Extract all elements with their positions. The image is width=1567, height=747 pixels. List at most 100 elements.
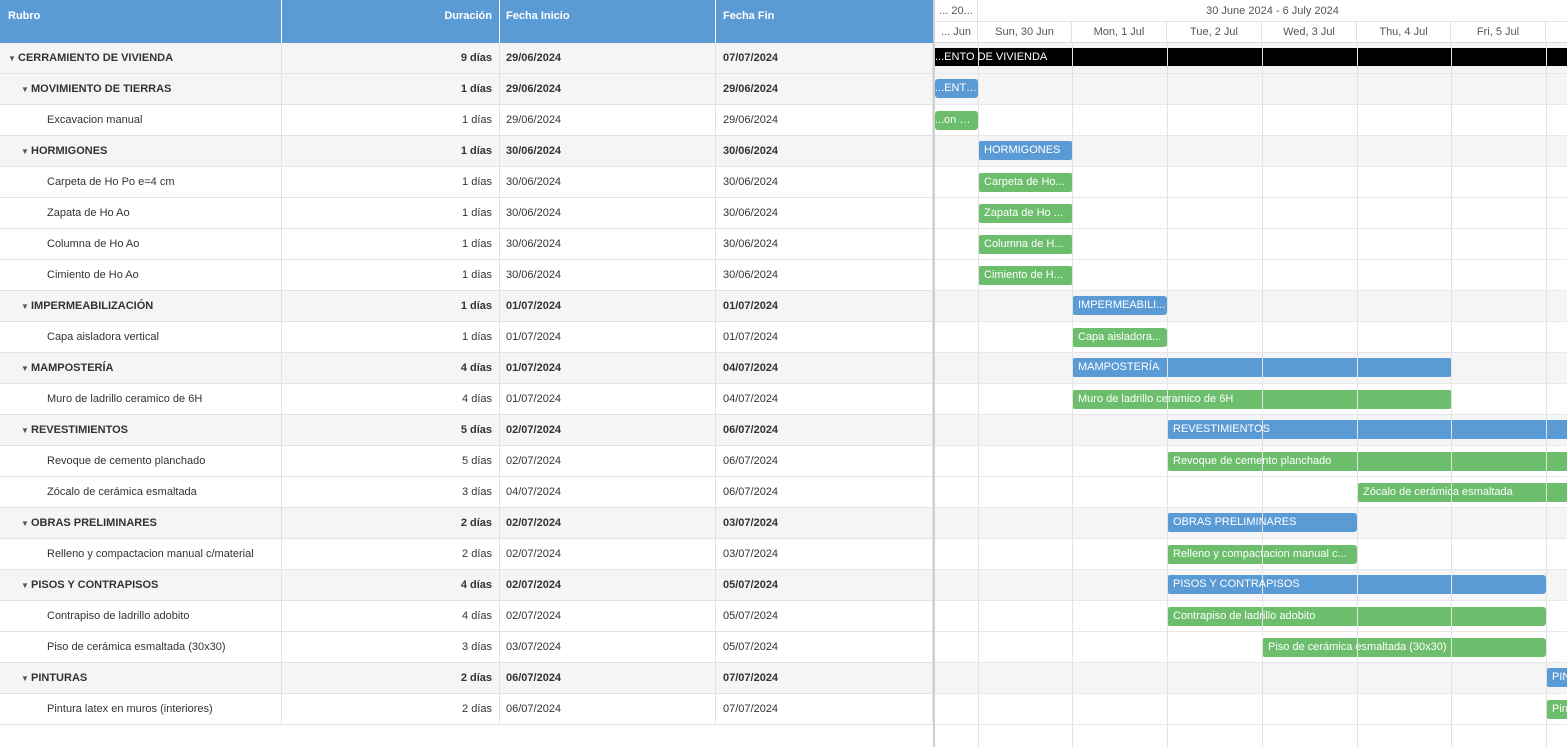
- collapse-caret-icon[interactable]: ▼: [21, 415, 31, 446]
- cell-start[interactable]: 30/06/2024: [500, 136, 716, 167]
- cell-start[interactable]: 01/07/2024: [500, 353, 716, 384]
- summary-bar[interactable]: PIN...: [1546, 668, 1567, 687]
- grid-row-task[interactable]: Columna de Ho Ao 1 días 30/06/2024 30/06/20…: [0, 229, 933, 260]
- cell-duration[interactable]: 3 días: [282, 632, 500, 663]
- task-bar[interactable]: Zapata de Ho ...: [978, 204, 1073, 223]
- cell-end[interactable]: 07/07/2024: [716, 43, 933, 74]
- cell-start[interactable]: 02/07/2024: [500, 601, 716, 632]
- cell-end[interactable]: 06/07/2024: [716, 477, 933, 508]
- cell-duration[interactable]: 4 días: [282, 570, 500, 601]
- cell-duration[interactable]: 1 días: [282, 105, 500, 136]
- cell-start[interactable]: 30/06/2024: [500, 167, 716, 198]
- cell-name[interactable]: Cimiento de Ho Ao: [0, 260, 282, 291]
- task-bar[interactable]: Zócalo de cerámica esmaltada: [1357, 483, 1567, 502]
- cell-name[interactable]: Revoque de cemento planchado: [0, 446, 282, 477]
- cell-duration[interactable]: 5 días: [282, 446, 500, 477]
- cell-start[interactable]: 29/06/2024: [500, 105, 716, 136]
- cell-name[interactable]: ▼ OBRAS PRELIMINARES: [0, 508, 282, 539]
- cell-name[interactable]: Muro de ladrillo ceramico de 6H: [0, 384, 282, 415]
- cell-start[interactable]: 06/07/2024: [500, 663, 716, 694]
- cell-duration[interactable]: 2 días: [282, 694, 500, 725]
- grid-row-task[interactable]: Contrapiso de ladrillo adobito 4 días 02/0…: [0, 601, 933, 632]
- cell-duration[interactable]: 1 días: [282, 291, 500, 322]
- grid-row-task[interactable]: Carpeta de Ho Po e=4 cm 1 días 30/06/2024 3…: [0, 167, 933, 198]
- cell-name[interactable]: Carpeta de Ho Po e=4 cm: [0, 167, 282, 198]
- cell-start[interactable]: 30/06/2024: [500, 260, 716, 291]
- collapse-caret-icon[interactable]: ▼: [21, 353, 31, 384]
- collapse-caret-icon[interactable]: ▼: [21, 663, 31, 694]
- cell-name[interactable]: Capa aisladora vertical: [0, 322, 282, 353]
- cell-name[interactable]: Piso de cerámica esmaltada (30x30): [0, 632, 282, 663]
- cell-end[interactable]: 06/07/2024: [716, 415, 933, 446]
- grid-row-summary[interactable]: ▼ OBRAS PRELIMINARES 2 días 02/07/2024 03/07…: [0, 508, 933, 539]
- cell-start[interactable]: 01/07/2024: [500, 291, 716, 322]
- cell-end[interactable]: 30/06/2024: [716, 198, 933, 229]
- collapse-caret-icon[interactable]: ▼: [21, 508, 31, 539]
- collapse-caret-icon[interactable]: ▼: [21, 136, 31, 167]
- cell-name[interactable]: Relleno y compactacion manual c/material: [0, 539, 282, 570]
- summary-bar[interactable]: ...ENTO ...: [935, 79, 978, 98]
- summary-bar[interactable]: REVESTIMIENTOS: [1167, 420, 1567, 439]
- cell-end[interactable]: 05/07/2024: [716, 632, 933, 663]
- cell-duration[interactable]: 2 días: [282, 508, 500, 539]
- grid-row-summary[interactable]: ▼ HORMIGONES 1 días 30/06/2024 30/06/2024: [0, 136, 933, 167]
- cell-end[interactable]: 30/06/2024: [716, 260, 933, 291]
- task-bar[interactable]: Cimiento de H...: [978, 266, 1073, 285]
- task-bar[interactable]: Columna de H...: [978, 235, 1073, 254]
- collapse-caret-icon[interactable]: ▼: [21, 74, 31, 105]
- cell-name[interactable]: ▼ MOVIMIENTO DE TIERRAS: [0, 74, 282, 105]
- cell-name[interactable]: ▼ PISOS Y CONTRAPISOS: [0, 570, 282, 601]
- grid-row-task[interactable]: Muro de ladrillo ceramico de 6H 4 días 01/…: [0, 384, 933, 415]
- grid-row-task[interactable]: Relleno y compactacion manual c/material…: [0, 539, 933, 570]
- cell-end[interactable]: 01/07/2024: [716, 322, 933, 353]
- cell-duration[interactable]: 3 días: [282, 477, 500, 508]
- cell-end[interactable]: 07/07/2024: [716, 694, 933, 725]
- collapse-caret-icon[interactable]: ▼: [8, 43, 18, 74]
- task-bar[interactable]: Capa aisladora...: [1072, 328, 1167, 347]
- cell-name[interactable]: ▼ PINTURAS: [0, 663, 282, 694]
- grid-row-task[interactable]: Pintura latex en muros (interiores) 2 día…: [0, 694, 933, 725]
- summary-bar[interactable]: IMPERMEABILI...: [1072, 296, 1167, 315]
- cell-end[interactable]: 29/06/2024: [716, 105, 933, 136]
- grid-row-summary[interactable]: ▼ MAMPOSTERÍA 4 días 01/07/2024 04/07/2024: [0, 353, 933, 384]
- grid-row-task[interactable]: Capa aisladora vertical 1 días 01/07/2024 0…: [0, 322, 933, 353]
- cell-duration[interactable]: 4 días: [282, 384, 500, 415]
- grid-row-summary[interactable]: ▼ REVESTIMIENTOS 5 días 02/07/2024 06/07/202…: [0, 415, 933, 446]
- cell-end[interactable]: 30/06/2024: [716, 229, 933, 260]
- task-bar[interactable]: Pin...: [1546, 700, 1567, 719]
- cell-end[interactable]: 30/06/2024: [716, 136, 933, 167]
- cell-end[interactable]: 05/07/2024: [716, 570, 933, 601]
- cell-start[interactable]: 02/07/2024: [500, 570, 716, 601]
- cell-duration[interactable]: 9 días: [282, 43, 500, 74]
- cell-name[interactable]: Pintura latex en muros (interiores): [0, 694, 282, 725]
- cell-start[interactable]: 02/07/2024: [500, 539, 716, 570]
- column-header-duration[interactable]: Duración: [282, 0, 500, 43]
- cell-start[interactable]: 06/07/2024: [500, 694, 716, 725]
- cell-end[interactable]: 03/07/2024: [716, 508, 933, 539]
- grid-row-task[interactable]: Cimiento de Ho Ao 1 días 30/06/2024 30/06/2…: [0, 260, 933, 291]
- column-header-start[interactable]: Fecha Inicio: [500, 0, 716, 43]
- cell-name[interactable]: ▼ HORMIGONES: [0, 136, 282, 167]
- cell-name[interactable]: Columna de Ho Ao: [0, 229, 282, 260]
- grid-row-summary[interactable]: ▼ IMPERMEABILIZACIÓN 1 días 01/07/2024 01/07…: [0, 291, 933, 322]
- cell-start[interactable]: 01/07/2024: [500, 322, 716, 353]
- task-bar[interactable]: Carpeta de Ho...: [978, 173, 1073, 192]
- grid-row-summary[interactable]: ▼ MOVIMIENTO DE TIERRAS 1 días 29/06/2024 29…: [0, 74, 933, 105]
- grid-row-task[interactable]: Piso de cerámica esmaltada (30x30) 3 días…: [0, 632, 933, 663]
- cell-end[interactable]: 04/07/2024: [716, 384, 933, 415]
- cell-start[interactable]: 30/06/2024: [500, 198, 716, 229]
- cell-start[interactable]: 29/06/2024: [500, 74, 716, 105]
- grid-row-task[interactable]: Zócalo de cerámica esmaltada 3 días 04/07/…: [0, 477, 933, 508]
- cell-duration[interactable]: 1 días: [282, 167, 500, 198]
- cell-name[interactable]: ▼ CERRAMIENTO DE VIVIENDA: [0, 43, 282, 74]
- cell-duration[interactable]: 5 días: [282, 415, 500, 446]
- cell-name[interactable]: Excavacion manual: [0, 105, 282, 136]
- cell-name[interactable]: Zapata de Ho Ao: [0, 198, 282, 229]
- cell-start[interactable]: 02/07/2024: [500, 446, 716, 477]
- cell-duration[interactable]: 1 días: [282, 136, 500, 167]
- cell-start[interactable]: 01/07/2024: [500, 384, 716, 415]
- cell-end[interactable]: 29/06/2024: [716, 74, 933, 105]
- cell-duration[interactable]: 2 días: [282, 539, 500, 570]
- project-bar[interactable]: ...ENTO DE VIVIENDA: [935, 48, 1567, 66]
- cell-start[interactable]: 04/07/2024: [500, 477, 716, 508]
